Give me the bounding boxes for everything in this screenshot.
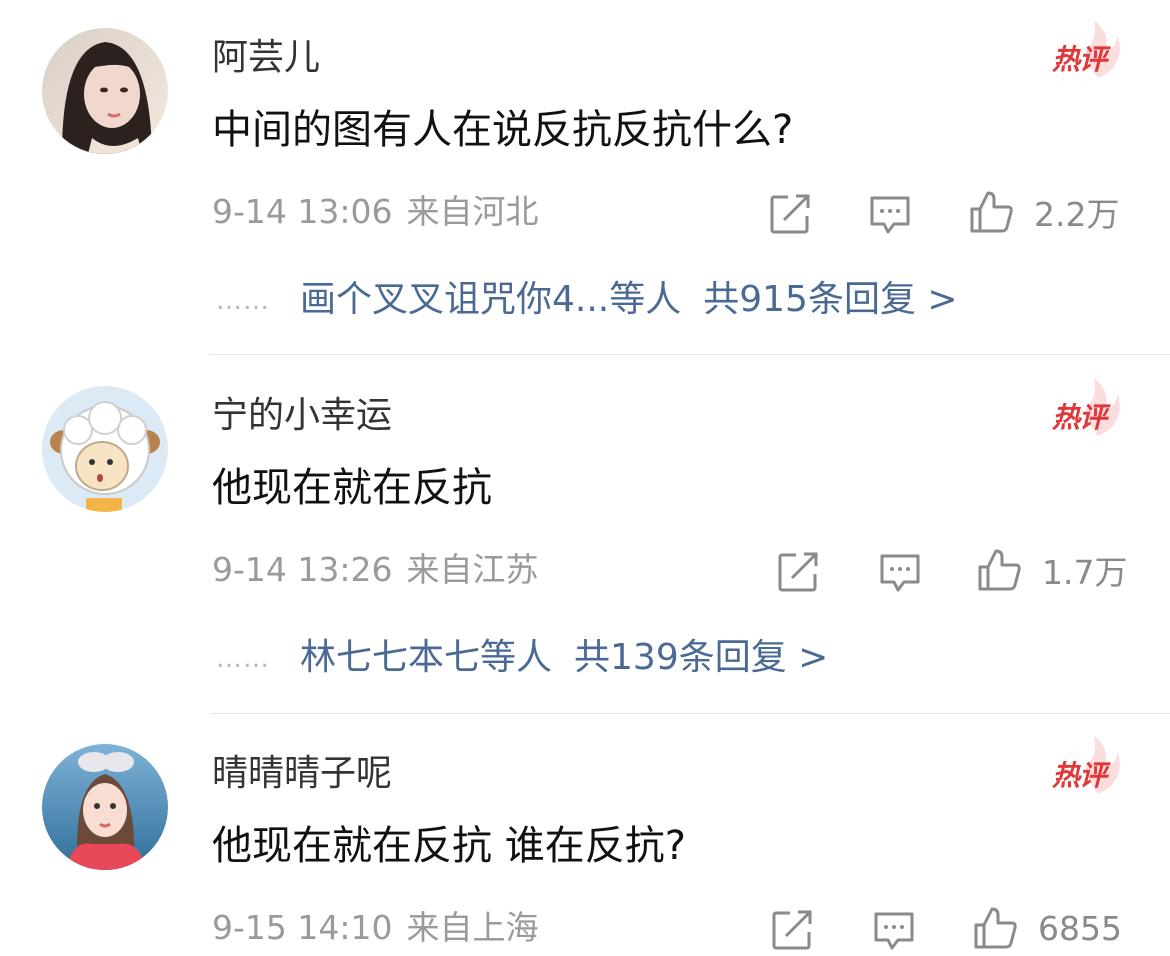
share-icon bbox=[772, 910, 812, 950]
reply-total-link[interactable]: 共915条回复 > bbox=[703, 279, 957, 320]
hot-comment-badge: 热评 bbox=[1048, 16, 1128, 86]
avatar[interactable] bbox=[42, 386, 168, 512]
reply-dots: …… bbox=[216, 644, 270, 674]
comment-icon bbox=[874, 912, 914, 950]
reply-summary[interactable]: …… 画个叉叉诅咒你4...等人 共915条回复 > bbox=[216, 274, 958, 327]
badge-label: 热评 bbox=[1052, 759, 1107, 792]
username[interactable]: 宁的小幸运 bbox=[212, 390, 392, 442]
like-button[interactable]: 1.7万 bbox=[976, 546, 1127, 594]
hot-comment-badge: 热评 bbox=[1048, 732, 1128, 802]
share-button[interactable] bbox=[776, 550, 820, 594]
reply-names[interactable]: 画个叉叉诅咒你4...等人 bbox=[300, 279, 681, 320]
location: 来自上海 bbox=[406, 908, 539, 947]
timestamp: 9-15 14:10 bbox=[212, 908, 393, 947]
username[interactable]: 阿芸儿 bbox=[212, 32, 320, 84]
thumbs-up-icon bbox=[974, 907, 1017, 949]
comment-icon bbox=[870, 196, 910, 234]
like-count: 1.7万 bbox=[1042, 553, 1128, 592]
share-button[interactable] bbox=[768, 192, 812, 236]
location: 来自河北 bbox=[406, 192, 539, 231]
like-button[interactable]: 6855 bbox=[972, 904, 1122, 952]
timestamp: 9-14 13:06 bbox=[212, 192, 393, 231]
comment-text: 他现在就在反抗 谁在反抗? bbox=[212, 823, 686, 869]
reply-dots: …… bbox=[216, 286, 270, 316]
badge-label: 热评 bbox=[1052, 43, 1107, 76]
comment-button[interactable] bbox=[878, 550, 922, 594]
like-count: 6855 bbox=[1038, 908, 1122, 948]
comment-text: 中间的图有人在说反抗反抗什么? bbox=[212, 107, 794, 153]
avatar[interactable] bbox=[42, 28, 168, 154]
comment-button[interactable] bbox=[868, 192, 912, 236]
like-count: 2.2万 bbox=[1034, 195, 1120, 234]
reply-total-link[interactable]: 共139条回复 > bbox=[574, 637, 828, 678]
thumbs-up-icon bbox=[978, 549, 1021, 591]
username[interactable]: 晴晴晴子呢 bbox=[212, 748, 392, 800]
like-button[interactable]: 2.2万 bbox=[968, 188, 1119, 236]
divider bbox=[210, 354, 1170, 355]
comment-meta: 9-14 13:06 来自河北 bbox=[212, 188, 539, 236]
reply-summary[interactable]: …… 林七七本七等人 共139条回复 > bbox=[216, 632, 828, 685]
comment-icon bbox=[880, 554, 920, 592]
reply-names[interactable]: 林七七本七等人 bbox=[300, 637, 552, 678]
badge-label: 热评 bbox=[1052, 401, 1107, 434]
location: 来自江苏 bbox=[406, 550, 539, 589]
comment-meta: 9-14 13:26 来自江苏 bbox=[212, 546, 539, 594]
avatar[interactable] bbox=[42, 744, 168, 870]
share-button[interactable] bbox=[770, 908, 814, 952]
hot-comment-badge: 热评 bbox=[1048, 374, 1128, 444]
divider bbox=[210, 713, 1170, 714]
thumbs-up-icon bbox=[970, 191, 1013, 233]
comment-text: 他现在就在反抗 bbox=[212, 465, 492, 511]
share-icon bbox=[770, 194, 810, 234]
comment-meta: 9-15 14:10 来自上海 bbox=[212, 904, 539, 952]
comment-button[interactable] bbox=[872, 908, 916, 952]
share-icon bbox=[778, 552, 818, 592]
timestamp: 9-14 13:26 bbox=[212, 550, 393, 589]
